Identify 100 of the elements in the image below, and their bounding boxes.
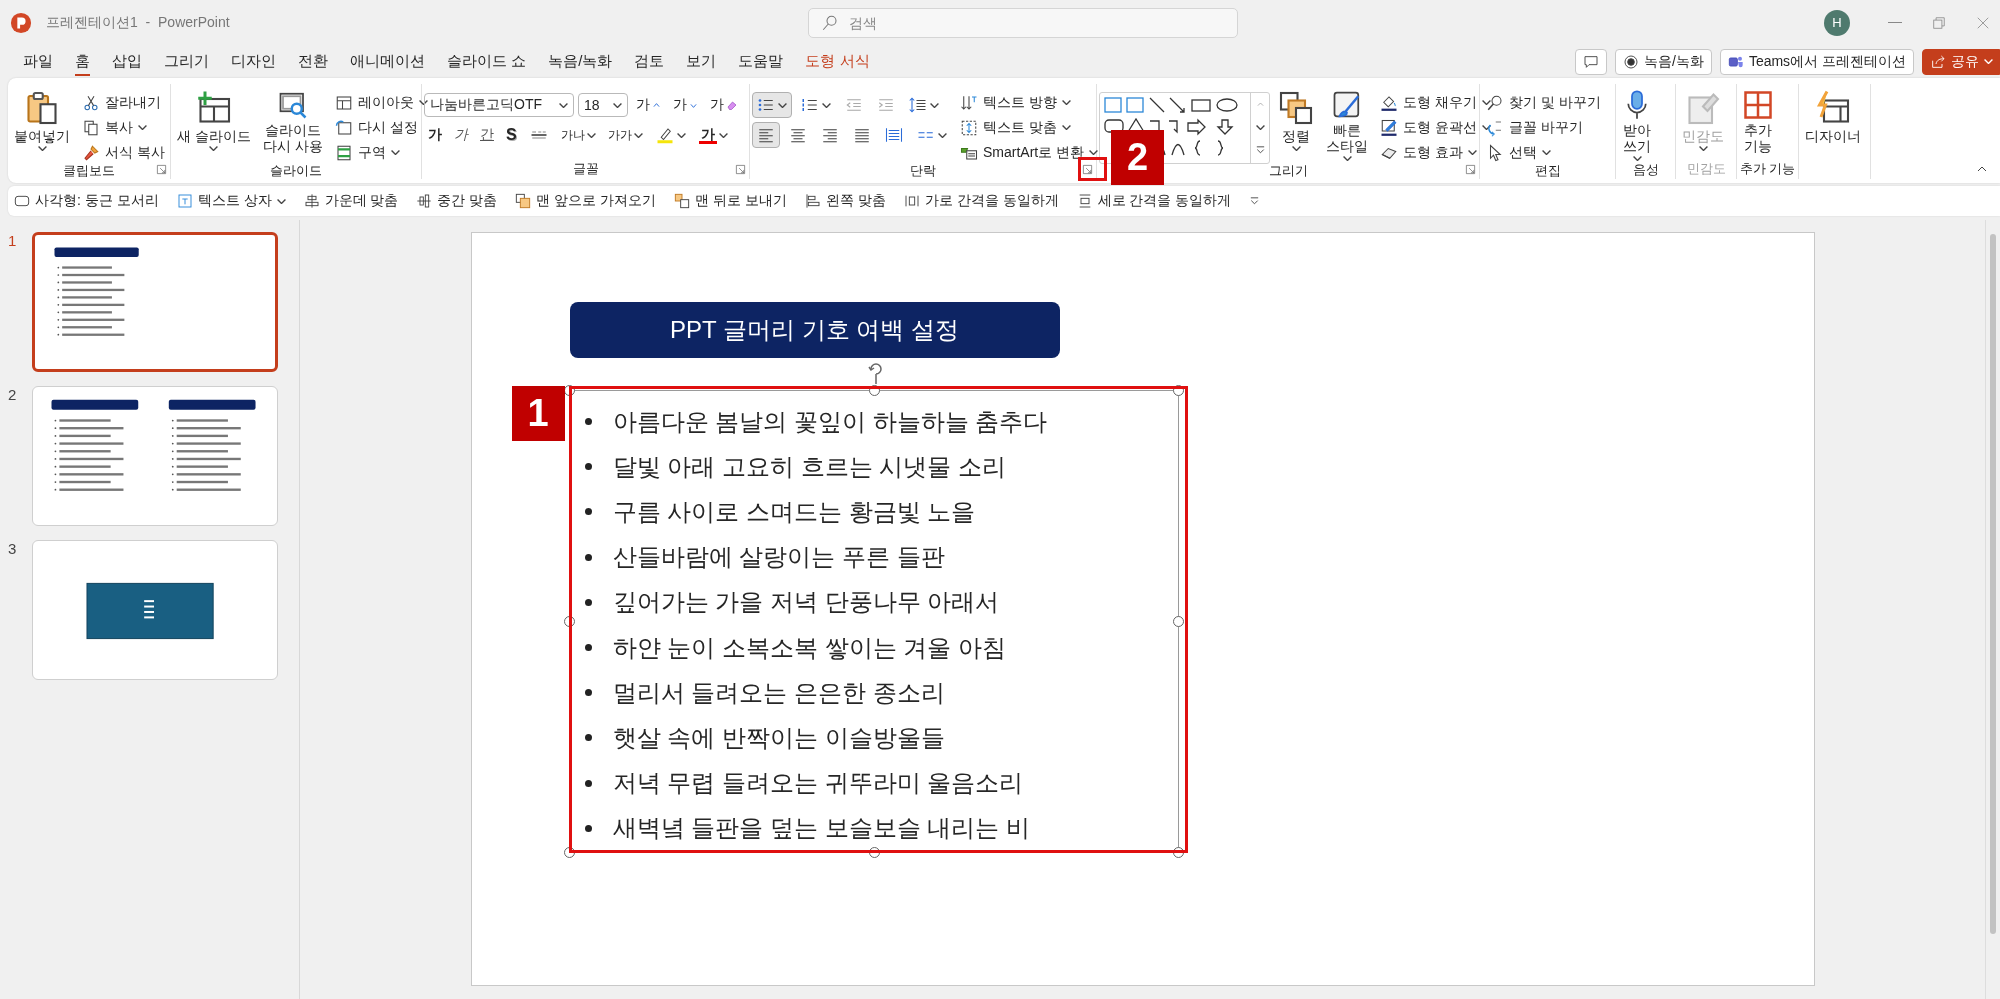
slide-title[interactable]: PPT 글머리 기호 여백 설정 (569, 302, 1060, 358)
comments-button[interactable] (1575, 48, 1607, 75)
highlight-frame (1078, 157, 1107, 181)
caret-icon (1255, 125, 1265, 130)
size-dropdown[interactable]: 18 (578, 93, 628, 117)
shadow-button[interactable]: S (502, 122, 521, 148)
arrange-icon (1278, 90, 1314, 126)
minimize-icon (1888, 22, 1902, 23)
ribbon-button[interactable]: 빠른 스타일 (1322, 90, 1372, 161)
bullets-button[interactable] (752, 92, 792, 118)
clipboard-icon (24, 90, 60, 126)
ribbon-button[interactable]: 텍스트 방향 (956, 90, 1103, 115)
dialog-launcher-button[interactable] (735, 164, 746, 175)
distribute-horizontal-icon (903, 193, 920, 209)
teams-button[interactable]: Teams에서 프레젠테이션 (1719, 48, 1914, 75)
group-label: 민감도 (1685, 160, 1727, 179)
launcher-icon (156, 164, 167, 175)
search-box[interactable]: 검색 (808, 7, 1238, 38)
dialog-launcher-button[interactable] (156, 164, 167, 175)
bullet-text: 멀리서 들려오는 은은한 종소리 (612, 677, 945, 708)
ribbon-button[interactable]: SmartArt로 변환 (956, 140, 1103, 165)
toolbar-button[interactable]: 텍스트 상자 (176, 192, 286, 210)
ribbon-button[interactable]: 받아 쓰기 (1618, 90, 1656, 161)
bullet-dot (584, 598, 592, 606)
ribbon-button[interactable]: 새 슬라이드 (173, 90, 255, 151)
toolbar-button[interactable]: 세로 간격을 동일하게 (1076, 192, 1232, 210)
menu-tab[interactable]: 녹음/녹화 (537, 47, 624, 76)
resize-handle[interactable] (564, 846, 575, 858)
toolbar-button[interactable]: 사각형: 둥근 모서리 (14, 192, 159, 210)
menu-tab[interactable]: 검토 (623, 47, 676, 76)
record-button[interactable]: 녹음/녹화 (1615, 48, 1712, 75)
menu-tab[interactable]: 전환 (287, 47, 339, 76)
ribbon-button[interactable]: 추가 기능 (1739, 90, 1777, 154)
slide-thumbnail[interactable] (32, 232, 278, 372)
resize-handle[interactable] (1173, 615, 1184, 627)
more-tools-button[interactable] (1249, 195, 1261, 207)
launcher-icon (1082, 164, 1093, 175)
menu-tab[interactable]: 그리기 (153, 47, 220, 76)
spacing-button[interactable]: 가나 (556, 122, 600, 148)
line-spacing-icon (909, 96, 927, 114)
resize-handle[interactable] (868, 846, 880, 858)
group-label: 추가 기능 (1739, 160, 1796, 179)
align-center-icon (303, 193, 320, 209)
rotate-handle[interactable] (867, 361, 884, 385)
menu-tab[interactable]: 애니메이션 (339, 47, 436, 76)
underline-button[interactable]: 간 (476, 122, 498, 148)
layout-icon (334, 93, 353, 112)
ribbon-button[interactable]: 슬라이드 다시 사용 (258, 90, 327, 154)
slide-magnifier-icon (277, 90, 308, 120)
bullet-text: 깊어가는 가을 저녁 단풍나무 아래서 (612, 587, 1000, 618)
resize-handle[interactable] (1173, 846, 1184, 858)
font-dropdown[interactable]: 나눔바른고딕OTF (424, 93, 574, 117)
align-left-button[interactable] (752, 122, 780, 148)
menu-tab[interactable]: 디자인 (220, 47, 287, 76)
toolbar-button[interactable]: 맨 앞으로 가져오기 (515, 192, 657, 210)
text-box-icon (176, 193, 193, 209)
text-direction-icon (960, 93, 978, 112)
toolbar-button[interactable]: 중간 맞춤 (416, 192, 498, 210)
app-logo (10, 11, 32, 34)
replace-font-icon (1486, 118, 1504, 137)
bullet-text: 아름다운 봄날의 꽃잎이 하늘하늘 춤추다 (612, 406, 1048, 437)
case-button[interactable]: 가가 (603, 122, 647, 148)
ribbon-button[interactable]: 디자이너 (1801, 90, 1865, 144)
caret-icon (559, 102, 568, 108)
menu-tab[interactable]: 도형 서식 (794, 47, 881, 76)
shrink-font-button[interactable]: 가 (669, 92, 702, 118)
highlighter-icon (655, 126, 674, 144)
ribbon-button[interactable]: 텍스트 맞춤 (956, 115, 1103, 140)
menu-tab[interactable]: 보기 (675, 47, 728, 76)
clear-format-button[interactable]: 가 (706, 92, 742, 118)
menu-tab[interactable]: 도움말 (727, 47, 795, 76)
new-slide-icon (195, 90, 232, 126)
ribbon-button[interactable]: 잘라내기 (78, 90, 169, 115)
search-field[interactable]: 검색 (849, 8, 1237, 37)
toolbar-button[interactable]: 왼쪽 맞춤 (804, 192, 886, 210)
section-icon (334, 143, 353, 162)
toolbar-button[interactable]: 맨 뒤로 보내기 (674, 192, 787, 210)
dialog-launcher-button[interactable] (1082, 164, 1093, 175)
step-label: 2 (1111, 130, 1164, 185)
italic-button[interactable]: 가 (450, 122, 472, 148)
more-icon (1249, 195, 1261, 207)
dialog-launcher-button[interactable] (1465, 164, 1476, 175)
menu-tab[interactable]: 슬라이드 쇼 (436, 47, 538, 76)
font-color-button[interactable]: 가 (694, 122, 732, 148)
user-avatar[interactable]: H (1824, 9, 1850, 36)
menu-tab[interactable]: 파일 (12, 47, 64, 76)
menu-tab[interactable]: 홈 (64, 47, 101, 76)
ribbon-button[interactable]: 선택 (1482, 140, 1605, 165)
ribbon-button[interactable]: 서식 복사 (78, 140, 169, 165)
menu-tab[interactable]: 삽입 (101, 47, 153, 76)
resize-handle[interactable] (564, 615, 575, 627)
ribbon-button[interactable]: 정렬 (1274, 90, 1318, 151)
toolbar-button[interactable]: 가로 간격을 동일하게 (903, 192, 1059, 210)
share-button[interactable]: 공유 (1922, 48, 2000, 75)
ribbon-button[interactable]: 붙여넣기 (10, 90, 74, 151)
launcher-icon (1465, 164, 1476, 175)
grow-font-button[interactable]: 가 (632, 92, 665, 118)
ribbon-button[interactable]: 복사 (78, 115, 169, 140)
toolbar-button[interactable]: 가운데 맞춤 (303, 192, 399, 210)
align-right-icon (821, 126, 839, 144)
